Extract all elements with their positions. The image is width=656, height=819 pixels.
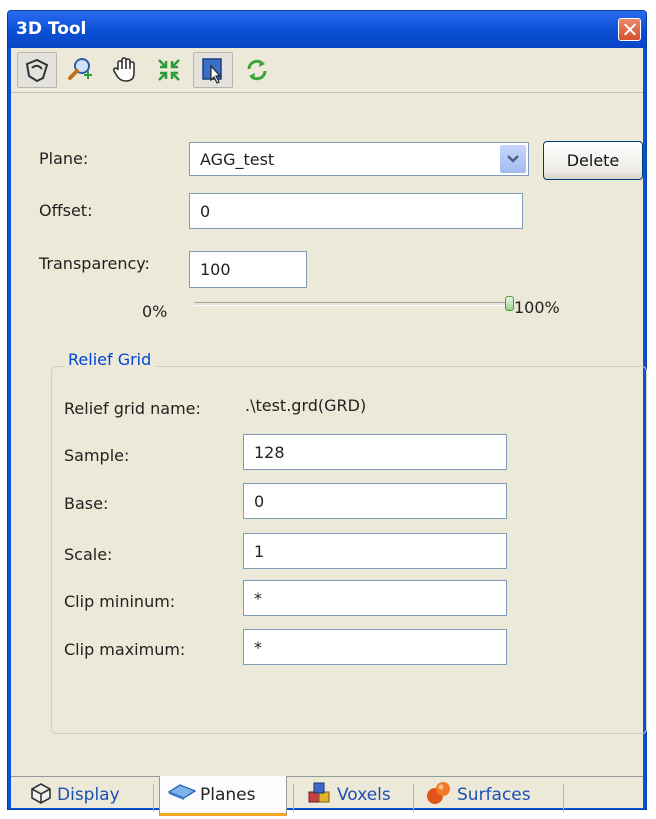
tab-separator: [563, 784, 564, 812]
tab-surfaces-label: Surfaces: [457, 785, 531, 805]
title-bar[interactable]: 3D Tool: [8, 11, 646, 48]
relief-grid-legend: Relief Grid: [64, 350, 156, 369]
delete-button[interactable]: Delete: [543, 141, 643, 180]
clip-min-label: Clip mininum:: [64, 592, 176, 611]
slider-max-label: 100%: [514, 298, 560, 317]
clip-max-input[interactable]: *: [243, 629, 507, 665]
relief-grid-name-label: Relief grid name:: [64, 399, 201, 418]
plane-select[interactable]: AGG_test: [189, 142, 529, 176]
tab-separator: [153, 784, 154, 812]
tab-surfaces[interactable]: Surfaces: [417, 776, 559, 814]
tab-display[interactable]: Display: [21, 776, 149, 814]
base-input[interactable]: 0: [243, 483, 507, 519]
toolbar-divider: [11, 92, 643, 93]
fit-extent-icon[interactable]: [149, 52, 189, 88]
transparency-label: Transparency:: [39, 254, 150, 273]
select-plane-icon[interactable]: [193, 52, 233, 88]
tab-separator: [293, 784, 294, 812]
cube-outline-icon: [29, 781, 53, 810]
voxels-icon: [307, 780, 333, 811]
slider-min-label: 0%: [142, 302, 168, 321]
tab-planes[interactable]: Planes: [159, 776, 287, 816]
plane-select-value: AGG_test: [200, 150, 275, 169]
window-client-area: Plane: AGG_test Delete Offset: 0 Transpa…: [11, 48, 647, 816]
window-title: 3D Tool: [16, 19, 87, 39]
chevron-down-icon[interactable]: [500, 145, 526, 173]
zoom-icon[interactable]: [61, 52, 101, 88]
tab-display-label: Display: [57, 785, 120, 805]
tab-planes-label: Planes: [200, 784, 256, 805]
transparency-slider-track[interactable]: [194, 302, 512, 306]
clip-max-label: Clip maximum:: [64, 640, 186, 659]
pan-hand-icon[interactable]: [105, 52, 145, 88]
offset-input[interactable]: 0: [189, 193, 523, 229]
transparency-input[interactable]: 100: [189, 251, 307, 288]
clip-min-input[interactable]: *: [243, 580, 507, 616]
toolbar: [17, 52, 277, 92]
tab-bar: Display Planes Voxels Surfaces: [11, 760, 643, 816]
refresh-icon[interactable]: [237, 52, 277, 88]
plane-label: Plane:: [39, 149, 89, 168]
tool-window: 3D Tool Plane: AGG_test Delete Offset: 0…: [7, 10, 647, 816]
surfaces-icon: [425, 780, 453, 811]
sample-label: Sample:: [64, 446, 130, 465]
transparency-slider-thumb[interactable]: [505, 296, 514, 311]
tab-voxels-label: Voxels: [337, 785, 391, 805]
offset-label: Offset:: [39, 201, 93, 220]
plane-icon: [167, 782, 197, 807]
rotate-icon[interactable]: [17, 52, 57, 88]
tab-separator: [413, 784, 414, 812]
base-label: Base:: [64, 494, 109, 513]
sample-input[interactable]: 128: [243, 434, 507, 470]
scale-input[interactable]: 1: [243, 533, 507, 569]
scale-label: Scale:: [64, 545, 113, 564]
tab-voxels[interactable]: Voxels: [299, 776, 409, 814]
relief-grid-name-value: .\test.grd(GRD): [245, 396, 367, 415]
close-icon[interactable]: [618, 18, 641, 41]
